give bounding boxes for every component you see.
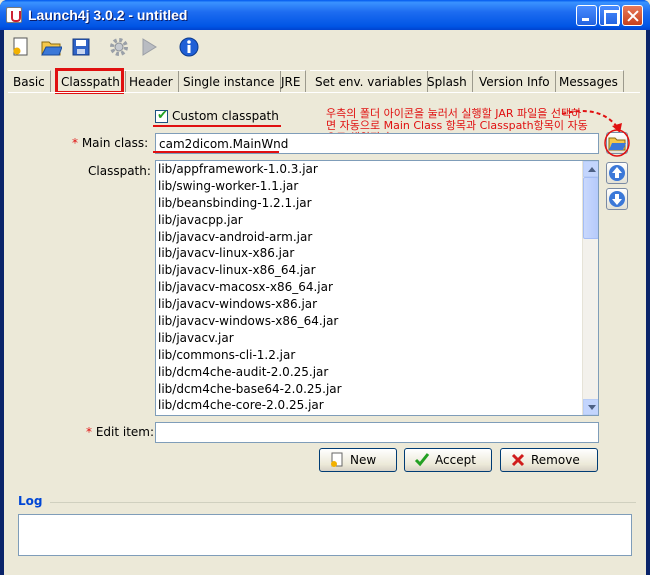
move-down-button[interactable] (606, 188, 628, 210)
scroll-up-icon[interactable] (583, 161, 598, 177)
classpath-scrollbar[interactable] (582, 161, 598, 415)
arrow-down-icon (609, 191, 625, 207)
classpath-item[interactable]: lib/javacv-android-arm.jar (156, 229, 598, 246)
classpath-label: Classpath: (88, 164, 151, 178)
build-gear-icon[interactable] (108, 36, 130, 58)
classpath-item[interactable]: lib/javacv-windows-x86_64.jar (156, 313, 598, 330)
tab-single-instance[interactable]: Single instance (178, 70, 281, 92)
tab-messages[interactable]: Messages (554, 70, 624, 92)
edit-item-input[interactable] (155, 422, 599, 443)
tab-header[interactable]: Header (124, 70, 179, 92)
main-class-underline (153, 151, 279, 153)
classpath-item[interactable]: lib/javacv.jar (156, 330, 598, 347)
edit-item-label: * Edit item: (86, 425, 155, 439)
run-play-icon[interactable] (138, 36, 160, 58)
classpath-item[interactable]: lib/dcm4che-base64-2.0.25.jar (156, 381, 598, 398)
remove-x-icon (511, 453, 525, 467)
move-up-button[interactable] (606, 162, 628, 184)
tab-set-env-variables[interactable]: Set env. variables (310, 70, 428, 92)
classpath-items: lib/appframework-1.0.3.jar lib/swing-work… (156, 161, 598, 414)
tab-basic[interactable]: Basic (8, 70, 51, 92)
browse-highlight-circle (604, 129, 630, 157)
accept-button-label: Accept (435, 453, 476, 467)
classpath-item[interactable]: lib/dcm4che-core-2.0.25.jar (156, 397, 598, 414)
main-class-label: * Main class: (72, 136, 149, 150)
new-item-icon (331, 452, 343, 467)
maximize-button[interactable] (599, 5, 620, 26)
classpath-item[interactable]: lib/javacv-macosx-x86_64.jar (156, 279, 598, 296)
minimize-button[interactable] (576, 5, 597, 26)
new-file-icon[interactable] (10, 36, 32, 58)
classpath-tab-highlight (55, 68, 124, 94)
classpath-list[interactable]: lib/appframework-1.0.3.jar lib/swing-work… (155, 160, 599, 416)
remove-button-label: Remove (531, 453, 580, 467)
check-mark-icon: ✔ (157, 108, 168, 123)
custom-classpath-label: Custom classpath (172, 109, 279, 123)
remove-button[interactable]: Remove (500, 448, 598, 472)
log-divider (50, 502, 636, 503)
new-button[interactable]: New (319, 448, 397, 472)
classpath-item[interactable]: lib/dcm4che-audit-2.0.25.jar (156, 364, 598, 381)
open-folder-icon[interactable] (40, 36, 62, 58)
classpath-item[interactable]: lib/appframework-1.0.3.jar (156, 161, 598, 178)
tab-version-info[interactable]: Version Info (474, 70, 556, 92)
toolbar (4, 30, 646, 64)
about-info-icon[interactable] (178, 36, 200, 58)
tab-jre[interactable]: JRE (276, 70, 307, 92)
classpath-item[interactable]: lib/javacv-windows-x86.jar (156, 296, 598, 313)
window-title: Launch4j 3.0.2 - untitled (28, 7, 188, 23)
scroll-thumb[interactable] (583, 177, 598, 239)
custom-classpath-checkbox[interactable]: ✔ (155, 108, 168, 123)
classpath-item[interactable]: lib/commons-cli-1.2.jar (156, 347, 598, 364)
log-textarea[interactable] (18, 514, 632, 556)
arrow-up-icon (609, 165, 625, 181)
tab-strip: Basic Classpath Header Single instance J… (8, 68, 644, 94)
checkmark-icon (414, 453, 430, 467)
save-icon[interactable] (70, 36, 92, 58)
title-bar[interactable]: Launch4j 3.0.2 - untitled (0, 0, 650, 30)
new-button-label: New (350, 453, 377, 467)
classpath-item[interactable]: lib/javacv-linux-x86_64.jar (156, 262, 598, 279)
tab-splash[interactable]: Splash (422, 70, 473, 92)
log-label: Log (18, 494, 43, 508)
accept-button[interactable]: Accept (404, 448, 492, 472)
classpath-item[interactable]: lib/beansbinding-1.2.1.jar (156, 195, 598, 212)
classpath-item[interactable]: lib/javacv-linux-x86.jar (156, 245, 598, 262)
app-window: Launch4j 3.0.2 - untitled Basic Classpat… (0, 0, 650, 575)
classpath-item[interactable]: lib/javacpp.jar (156, 212, 598, 229)
client-area: Basic Classpath Header Single instance J… (4, 30, 646, 575)
java-icon (6, 7, 22, 23)
classpath-item[interactable]: lib/swing-worker-1.1.jar (156, 178, 598, 195)
checkbox-underline (153, 125, 281, 127)
close-button[interactable] (622, 5, 643, 26)
scroll-down-icon[interactable] (583, 399, 598, 415)
